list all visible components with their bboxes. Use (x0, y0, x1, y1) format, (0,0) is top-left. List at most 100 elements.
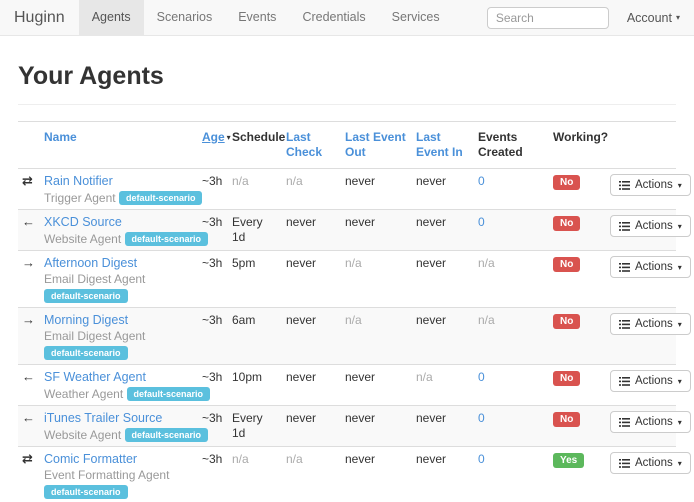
nav-item-events[interactable]: Events (225, 0, 289, 35)
actions-column-header (606, 122, 676, 169)
main-content: Your Agents Name Age▾ Schedule Last Chec… (0, 62, 694, 502)
table-row: ← iTunes Trailer Source Website Agent de… (18, 406, 676, 447)
scenario-badge[interactable]: default-scenario (125, 232, 209, 246)
agent-type: Email Digest Agent (44, 330, 194, 343)
column-header-age: Age▾ (198, 122, 228, 169)
last-event-out-cell: never (341, 210, 412, 251)
last-event-in-cell: never (412, 406, 474, 447)
list-icon (619, 418, 630, 427)
last-event-out-cell: never (341, 169, 412, 210)
actions-button[interactable]: Actions▾ (610, 370, 691, 392)
age-cell: ~3h (198, 251, 228, 308)
list-icon (619, 263, 630, 272)
last-event-out-cell: never (341, 447, 412, 502)
divider (18, 104, 676, 105)
account-menu[interactable]: Account ▾ (627, 11, 680, 25)
events-created-link[interactable]: 0 (478, 370, 485, 384)
age-cell: ~3h (198, 308, 228, 365)
main-nav: Agents Scenarios Events Credentials Serv… (79, 0, 453, 35)
scenario-badge[interactable]: default-scenario (119, 191, 203, 205)
caret-down-icon: ▾ (678, 418, 682, 427)
sort-last-event-out-link[interactable]: Last Event Out (345, 130, 406, 159)
sort-name-link[interactable]: Name (44, 130, 77, 144)
nav-item-agents[interactable]: Agents (79, 0, 144, 35)
last-event-in-cell: never (412, 251, 474, 308)
scenario-badge[interactable]: default-scenario (44, 485, 128, 499)
schedule-cell: 6am (228, 308, 282, 365)
agent-name-link[interactable]: Afternoon Digest (44, 256, 137, 270)
nav-item-scenarios[interactable]: Scenarios (144, 0, 226, 35)
events-created-link[interactable]: 0 (478, 452, 485, 466)
agent-type: Trigger Agent default-scenario (44, 191, 194, 205)
scenario-badge[interactable]: default-scenario (125, 428, 209, 442)
actions-button[interactable]: Actions▾ (610, 313, 691, 335)
agent-name-link[interactable]: Morning Digest (44, 313, 128, 327)
column-header-last-event-in: Last Event In (412, 122, 474, 169)
actions-button[interactable]: Actions▾ (610, 215, 691, 237)
brand-logo[interactable]: Huginn (0, 0, 79, 35)
actions-button[interactable]: Actions▾ (610, 452, 691, 474)
events-created-cell: n/a (474, 308, 549, 365)
last-event-in-cell: never (412, 447, 474, 502)
events-created-link[interactable]: 0 (478, 215, 485, 229)
column-header-last-check: Last Check (282, 122, 341, 169)
working-badge: No (553, 314, 580, 329)
table-row: ← SF Weather Agent Weather Agent default… (18, 365, 676, 406)
working-badge: No (553, 216, 580, 231)
table-row: ← XKCD Source Website Agent default-scen… (18, 210, 676, 251)
agent-name-link[interactable]: Comic Formatter (44, 452, 137, 466)
actions-button[interactable]: Actions▾ (610, 256, 691, 278)
age-cell: ~3h (198, 447, 228, 502)
schedule-cell: Every 1d (228, 210, 282, 251)
sort-last-event-in-link[interactable]: Last Event In (416, 130, 463, 159)
list-icon (619, 222, 630, 231)
column-header-name: Name (40, 122, 198, 169)
last-event-in-cell: never (412, 169, 474, 210)
caret-down-icon: ▾ (678, 263, 682, 272)
agent-type: Website Agent default-scenario (44, 428, 194, 442)
caret-down-icon: ▾ (678, 320, 682, 329)
agent-name-link[interactable]: SF Weather Agent (44, 370, 146, 384)
events-created-link[interactable]: 0 (478, 174, 485, 188)
sort-last-check-link[interactable]: Last Check (286, 130, 322, 159)
navbar: Huginn Agents Scenarios Events Credentia… (0, 0, 694, 36)
sort-age-link[interactable]: Age (202, 130, 225, 144)
agent-type: Event Formatting Agent (44, 469, 194, 482)
table-row: ⇄ Rain Notifier Trigger Agent default-sc… (18, 169, 676, 210)
scenario-badge[interactable]: default-scenario (44, 289, 128, 303)
search-input[interactable] (487, 7, 609, 29)
agent-type: Email Digest Agent (44, 273, 194, 286)
caret-down-icon: ▾ (676, 13, 680, 22)
agent-name-link[interactable]: iTunes Trailer Source (44, 411, 162, 425)
schedule-cell: n/a (228, 169, 282, 210)
last-event-out-cell: n/a (341, 308, 412, 365)
list-icon (619, 459, 630, 468)
caret-down-icon: ▾ (678, 377, 682, 386)
column-header-schedule: Schedule (228, 122, 282, 169)
table-row: → Afternoon Digest Email Digest Agent de… (18, 251, 676, 308)
last-event-in-cell: never (412, 210, 474, 251)
last-event-in-cell: never (412, 308, 474, 365)
last-check-cell: never (282, 251, 341, 308)
caret-down-icon: ▾ (678, 181, 682, 190)
agent-name-link[interactable]: XKCD Source (44, 215, 122, 229)
transfer-icon: ⇄ (22, 173, 33, 188)
scenario-badge[interactable]: default-scenario (127, 387, 211, 401)
nav-item-services[interactable]: Services (379, 0, 453, 35)
agent-type: Weather Agent default-scenario (44, 387, 194, 401)
events-created-cell: n/a (474, 251, 549, 308)
nav-item-credentials[interactable]: Credentials (289, 0, 378, 35)
working-badge: No (553, 257, 580, 272)
events-created-link[interactable]: 0 (478, 411, 485, 425)
actions-button[interactable]: Actions▾ (610, 174, 691, 196)
last-check-cell: n/a (282, 169, 341, 210)
page-title: Your Agents (18, 62, 676, 91)
last-check-cell: never (282, 210, 341, 251)
icon-column-header (18, 122, 40, 169)
actions-button[interactable]: Actions▾ (610, 411, 691, 433)
agent-name-link[interactable]: Rain Notifier (44, 174, 113, 188)
arrow-left-icon: ← (22, 369, 35, 384)
last-event-in-cell: n/a (412, 365, 474, 406)
last-check-cell: never (282, 406, 341, 447)
scenario-badge[interactable]: default-scenario (44, 346, 128, 360)
